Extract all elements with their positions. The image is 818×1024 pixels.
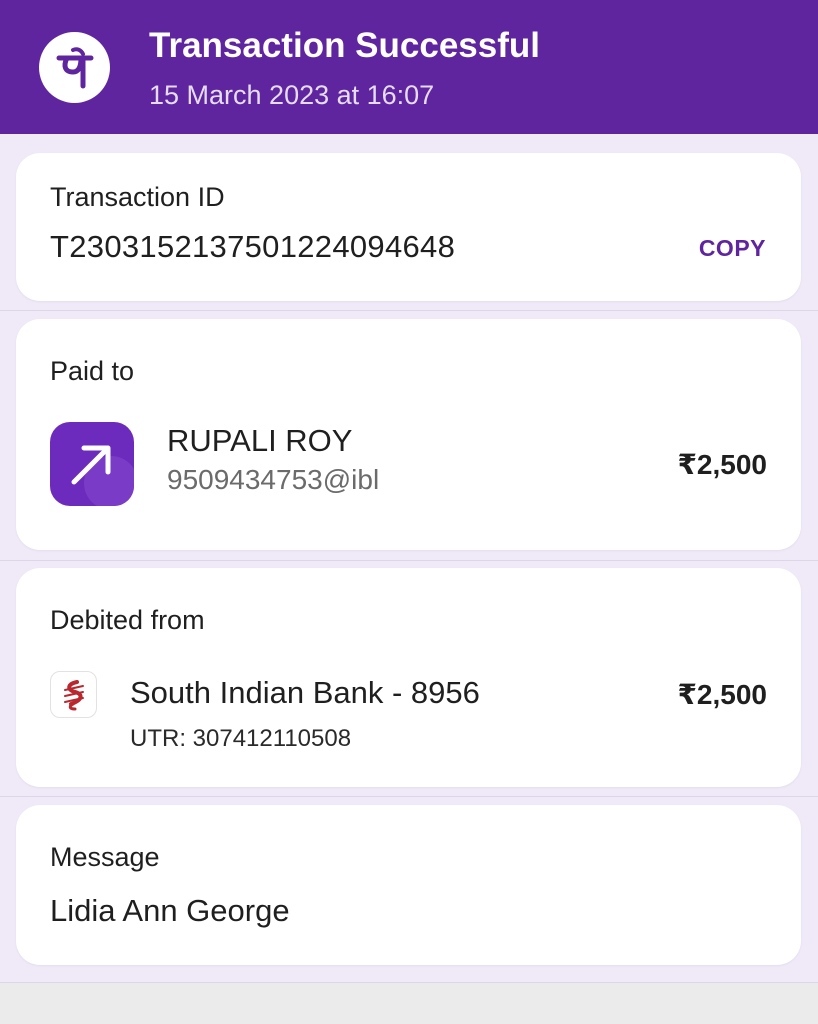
payee-upi-id: 9509434753@ibl [167, 464, 380, 495]
debited-from-label: Debited from [50, 605, 205, 635]
transaction-id-value: T2303152137501224094648 [50, 229, 456, 264]
paid-amount: ₹2,500 [677, 449, 767, 480]
message-card: Message Lidia Ann George [16, 805, 801, 965]
south-indian-bank-logo-icon [50, 671, 97, 718]
copy-button[interactable]: COPY [699, 235, 766, 262]
arrow-up-right-icon [50, 422, 134, 506]
debited-from-card[interactable]: Debited from South Indian Bank - 8956 UT… [16, 568, 801, 787]
transaction-id-label: Transaction ID [50, 182, 225, 212]
phonepe-logo-glyph [56, 46, 93, 88]
transaction-header: Transaction Successful 15 March 2023 at … [0, 0, 818, 134]
message-text: Lidia Ann George [50, 893, 290, 928]
bank-account-name: South Indian Bank - 8956 [130, 675, 480, 710]
bottom-area [0, 983, 818, 1024]
payee-name: RUPALI ROY [167, 423, 353, 458]
transaction-id-card: Transaction ID T2303152137501224094648 C… [16, 153, 801, 301]
phonepe-logo-icon [39, 32, 110, 103]
utr-number: UTR: 307412110508 [130, 725, 352, 752]
message-label: Message [50, 842, 160, 872]
paid-to-card[interactable]: Paid to RUPALI ROY 9509434753@ibl ₹2,500 [16, 319, 801, 550]
transaction-datetime: 15 March 2023 at 16:07 [149, 80, 435, 110]
debited-amount: ₹2,500 [677, 679, 767, 710]
page-title: Transaction Successful [149, 26, 540, 65]
paid-to-label: Paid to [50, 356, 135, 386]
